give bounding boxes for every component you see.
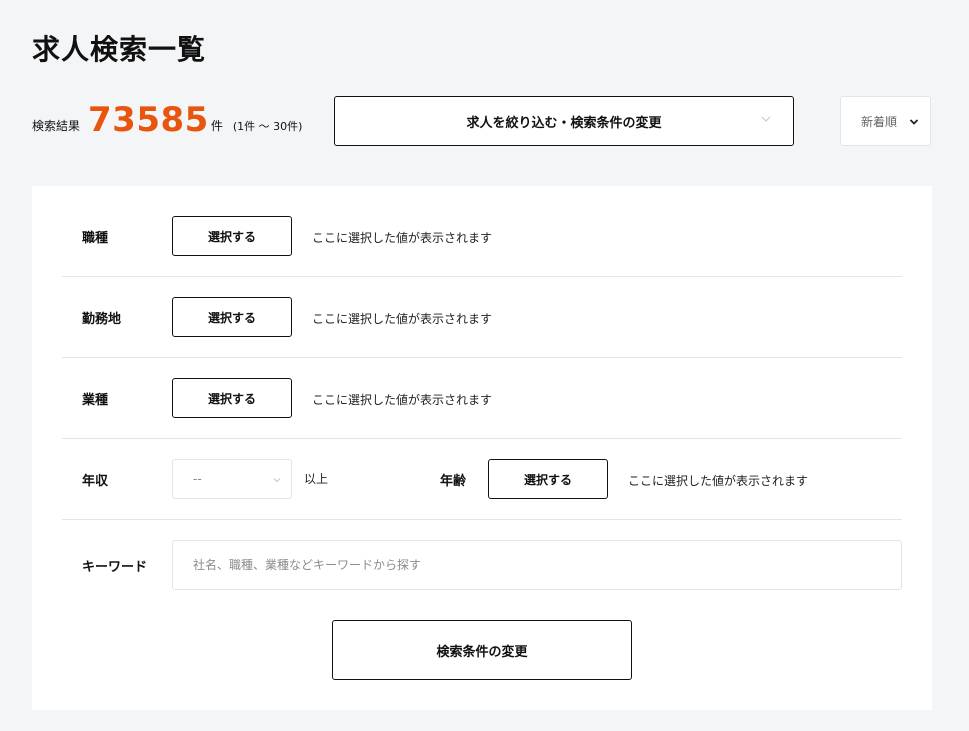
filter-row-income-age: 年収 -- 以上 年齢 選択する ここに選択した値が表示されます (62, 439, 902, 520)
search-filter-panel: 職種 選択する ここに選択した値が表示されます 勤務地 選択する ここに選択した… (32, 186, 932, 710)
income-suffix: 以上 (304, 472, 329, 486)
age-select-button[interactable]: 選択する (488, 459, 608, 499)
age-selected-value: ここに選択した値が表示されます (628, 474, 809, 488)
filter-row-keyword: キーワード (62, 520, 902, 610)
location-selected-value: ここに選択した値が表示されます (312, 312, 493, 326)
keyword-input[interactable] (172, 540, 902, 590)
result-unit: 件 (210, 119, 223, 133)
filter-row-industry: 業種 選択する ここに選択した値が表示されます (62, 358, 902, 439)
filter-row-occupation: 職種 選択する ここに選択した値が表示されます (62, 196, 902, 277)
chevron-down-icon (909, 119, 919, 125)
age-label: 年齢 (440, 473, 467, 489)
page-title: 求人検索一覧 (32, 33, 207, 66)
result-label: 検索結果 (32, 119, 81, 133)
occupation-selected-value: ここに選択した値が表示されます (312, 231, 493, 245)
occupation-label: 職種 (82, 230, 109, 246)
location-label: 勤務地 (82, 311, 122, 327)
filter-toggle-label: 求人を絞り込む・検索条件の変更 (466, 115, 662, 131)
industry-selected-value: ここに選択した値が表示されます (312, 393, 493, 407)
sort-selected-value: 新着順 (861, 114, 898, 129)
chevron-down-icon (273, 478, 281, 483)
chevron-down-icon (761, 116, 771, 122)
occupation-select-button[interactable]: 選択する (172, 216, 292, 256)
industry-select-button[interactable]: 選択する (172, 378, 292, 418)
filter-toggle-button[interactable]: 求人を絞り込む・検索条件の変更 (334, 96, 794, 146)
submit-search-button[interactable]: 検索条件の変更 (332, 620, 632, 680)
sort-select[interactable]: 新着順 (840, 96, 931, 146)
location-select-button[interactable]: 選択する (172, 297, 292, 337)
result-count: 73585 (88, 100, 209, 140)
page: 求人検索一覧 検索結果 73585 件 (1件 ～ 30件) 求人を絞り込む・検… (0, 0, 969, 731)
income-label: 年収 (82, 473, 109, 489)
income-selected-value: -- (193, 472, 202, 486)
income-select[interactable]: -- (172, 459, 292, 499)
industry-label: 業種 (82, 392, 109, 408)
filter-row-location: 勤務地 選択する ここに選択した値が表示されます (62, 277, 902, 358)
keyword-label: キーワード (82, 559, 148, 575)
result-summary: 検索結果 73585 件 (1件 ～ 30件) (32, 100, 302, 140)
result-range: (1件 ～ 30件) (232, 120, 303, 133)
